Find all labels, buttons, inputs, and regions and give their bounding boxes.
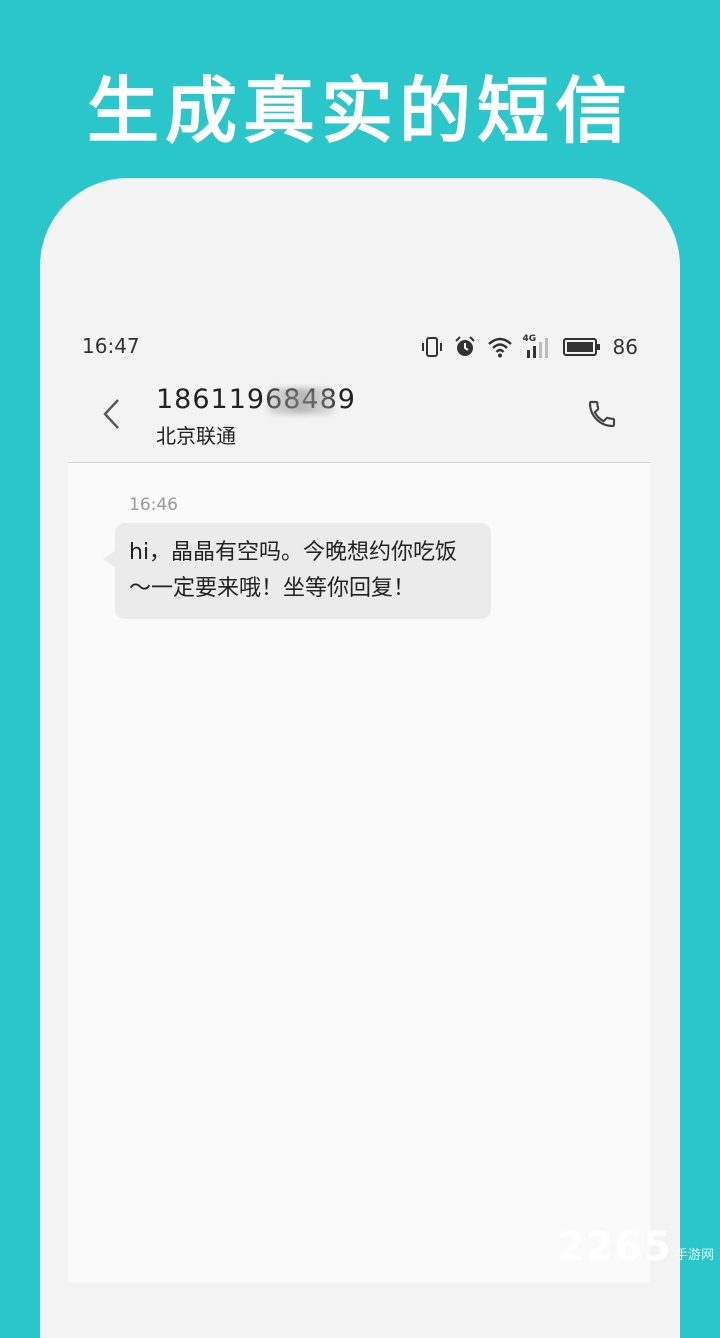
watermark-sub: 手游网 xyxy=(674,1248,714,1263)
status-bar: 16:47 4G 86 xyxy=(40,330,680,364)
call-button[interactable] xyxy=(582,396,622,436)
conversation-header: 18611968489 北京联通 xyxy=(68,374,650,463)
alarm-icon xyxy=(453,335,477,359)
back-button[interactable] xyxy=(96,396,126,436)
chevron-left-icon xyxy=(100,397,122,435)
message-bubble[interactable]: hi，晶晶有空吗。今晚想约你吃饭～一定要来哦！坐等你回复！ xyxy=(103,523,491,619)
status-icons: 4G 86 xyxy=(421,332,638,362)
battery-icon xyxy=(562,337,601,357)
phone-mockup: 16:47 4G 86 18611968489 北京联通 16:46 hi，晶晶… xyxy=(40,178,680,1338)
contact-carrier: 北京联通 xyxy=(156,424,236,448)
site-watermark: 2265 手游网 xyxy=(557,1224,714,1270)
privacy-blur xyxy=(268,388,334,414)
battery-level: 86 xyxy=(612,335,638,359)
wifi-icon xyxy=(487,336,513,358)
message-list[interactable]: 16:46 hi，晶晶有空吗。今晚想约你吃饭～一定要来哦！坐等你回复！ xyxy=(68,463,650,1283)
status-time: 16:47 xyxy=(82,334,140,358)
message-timestamp: 16:46 xyxy=(129,495,178,515)
phone-icon xyxy=(586,398,618,434)
signal-4g-icon: 4G xyxy=(523,334,553,359)
watermark-number: 2265 xyxy=(556,1224,672,1270)
vibrate-icon xyxy=(421,336,443,358)
promo-title: 生成真实的短信 xyxy=(86,69,633,153)
